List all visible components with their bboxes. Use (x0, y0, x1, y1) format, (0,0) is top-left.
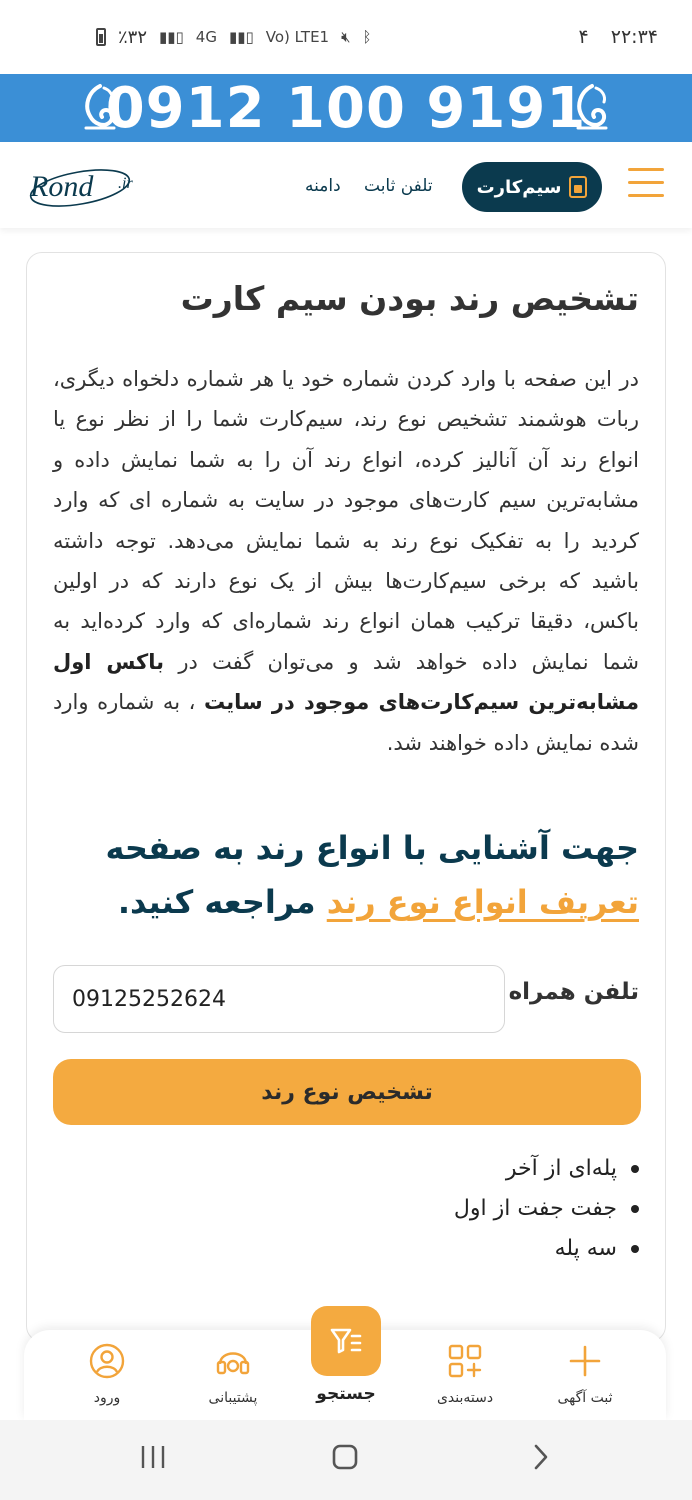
nav-support[interactable]: پشتیبانی (178, 1342, 288, 1406)
dragon-logo-icon (576, 84, 608, 130)
rond-types-link[interactable]: تعریف انواع نوع رند (327, 883, 639, 921)
phone-banner[interactable]: 0912 100 9191 (0, 74, 692, 142)
list-item-label: سه پله (554, 1236, 617, 1261)
list-item-label: پله‌ای از آخر (505, 1156, 617, 1181)
nav-login-label: ورود (93, 1390, 121, 1406)
bullet-icon (631, 1165, 639, 1173)
back-icon[interactable] (526, 1442, 556, 1472)
banner-phone-number[interactable]: 0912 100 9191 (106, 76, 587, 141)
rond-types-list: پله‌ای از آخر جفت جفت از اول سه پله (454, 1149, 639, 1269)
phone-input[interactable] (53, 965, 505, 1033)
nav-post-ad[interactable]: ثبت آگهی (530, 1342, 640, 1406)
dragon-logo-icon (84, 84, 116, 130)
nav-post-ad-label: ثبت آگهی (557, 1390, 613, 1406)
search-button[interactable] (311, 1306, 381, 1376)
rond-logo[interactable]: Rond .ir (24, 158, 146, 212)
sim-card-icon (569, 176, 588, 198)
user-icon (89, 1343, 125, 1379)
list-item[interactable]: جفت جفت از اول (454, 1189, 639, 1229)
sim-card-label: سیم‌کارت (476, 176, 562, 198)
nav-support-label: پشتیبانی (208, 1390, 258, 1406)
system-navigation-bar (0, 1420, 692, 1500)
nav-categories[interactable]: دسته‌بندی (410, 1342, 520, 1406)
sim-card-button[interactable]: سیم‌کارت (462, 162, 602, 212)
hamburger-menu-icon[interactable] (628, 168, 664, 200)
plus-icon (569, 1345, 601, 1377)
bluetooth-icon: ᛒ (362, 28, 372, 46)
battery-icon (96, 28, 106, 46)
mute-icon: 🔇︎ (341, 28, 351, 46)
nav-search-label[interactable]: جستجو (282, 1384, 410, 1404)
status-bar: ٪۳۲ ▮▮▯ 4G ▮▮▯ Vo) LTE1 🔇︎ ᛒ ۴ ۲۲:۳۴ (0, 0, 692, 74)
guide-text-start: جهت آشنایی با انواع رند به صفحه (105, 829, 639, 867)
clock: ۲۲:۳۴ (610, 26, 658, 48)
bottom-navigation: ورود پشتیبانی جستجو دسته‌بندی ثبت آگهی (24, 1306, 666, 1420)
nav-login[interactable]: ورود (52, 1342, 162, 1406)
status-clock-area: ۴ ۲۲:۳۴ (579, 26, 658, 48)
bullet-icon (631, 1205, 639, 1213)
guide-text: جهت آشنایی با انواع رند به صفحه تعریف ان… (53, 821, 639, 929)
list-item[interactable]: سه پله (454, 1229, 639, 1269)
signal-icon: ▮▮▯ (159, 28, 184, 46)
intro-text: در این صفحه با وارد کردن شماره خود یا هر… (53, 367, 639, 674)
headset-icon (216, 1352, 250, 1375)
filter-search-icon (330, 1328, 362, 1354)
recents-icon[interactable] (138, 1442, 168, 1472)
bullet-icon (631, 1245, 639, 1253)
nav-categories-label: دسته‌بندی (436, 1390, 494, 1406)
signal-icon-2: ▮▮▯ (228, 28, 254, 46)
nav-link-domain[interactable]: دامنه (305, 176, 341, 196)
site-header: سیم‌کارت تلفن ثابت دامنه Rond .ir (0, 142, 692, 228)
detect-rond-button[interactable]: تشخیص نوع رند (53, 1059, 641, 1125)
network-type: 4G (195, 28, 217, 46)
nav-link-landline[interactable]: تلفن ثابت (364, 176, 433, 196)
list-item-label: جفت جفت از اول (453, 1196, 617, 1221)
logo-text: Rond (29, 170, 94, 203)
guide-text-end: مراجعه کنید. (117, 883, 316, 921)
volte-indicator: Vo) LTE1 (265, 28, 330, 46)
battery-percent: ٪۳۲ (118, 26, 148, 48)
categories-icon (448, 1344, 482, 1378)
phone-label: تلفن همراه (508, 979, 639, 1005)
notification-count: ۴ (578, 26, 589, 48)
intro-paragraph: در این صفحه با وارد کردن شماره خود یا هر… (53, 359, 639, 763)
list-item[interactable]: پله‌ای از آخر (454, 1149, 639, 1189)
logo-suffix: .ir (118, 175, 133, 192)
page-title: تشخیص رند بودن سیم کارت (180, 279, 639, 318)
status-icons: ٪۳۲ ▮▮▯ 4G ▮▮▯ Vo) LTE1 🔇︎ ᛒ (96, 27, 372, 48)
detector-card: تشخیص رند بودن سیم کارت در این صفحه با و… (26, 252, 666, 1342)
home-icon[interactable] (330, 1442, 360, 1472)
